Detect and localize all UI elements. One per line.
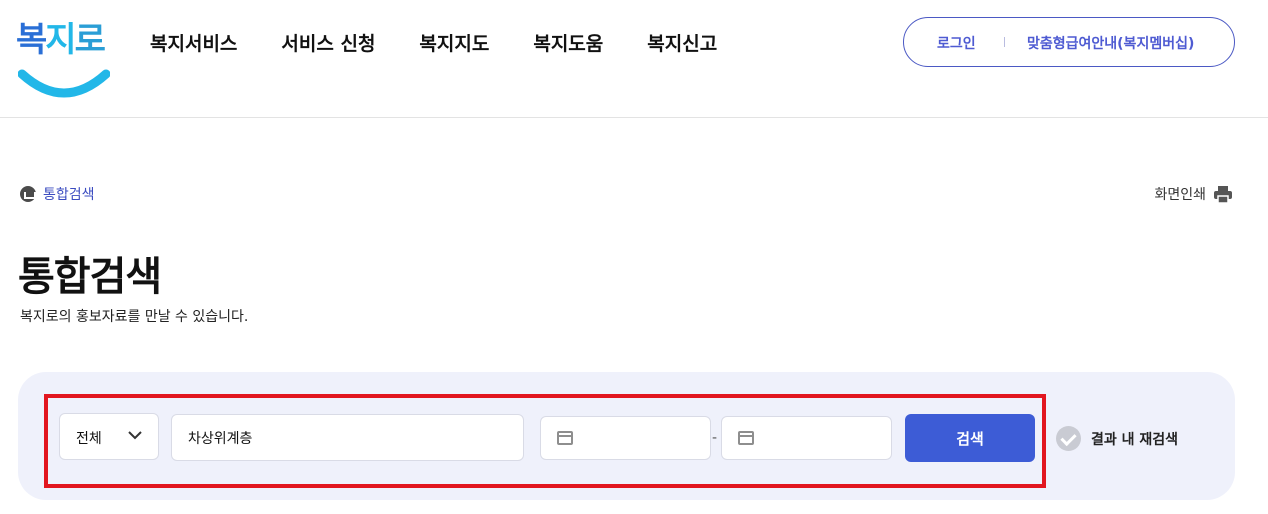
- start-date-field[interactable]: [540, 416, 711, 460]
- research-label: 결과 내 재검색: [1091, 431, 1179, 448]
- breadcrumb: 통합검색: [20, 184, 95, 204]
- calendar-icon[interactable]: [738, 431, 754, 445]
- util-divider: [1004, 37, 1005, 47]
- membership-link[interactable]: 맞춤형급여안내(복지멤버십): [1027, 33, 1194, 53]
- login-link[interactable]: 로그인: [937, 33, 976, 53]
- chevron-down-icon: [128, 431, 142, 440]
- search-button[interactable]: 검색: [905, 414, 1035, 462]
- printer-icon: [1214, 185, 1232, 203]
- page-title: 통합검색: [18, 254, 162, 300]
- nav-item-welfare-map[interactable]: 복지지도: [419, 30, 489, 58]
- nav-item-service-apply[interactable]: 서비스 신청: [281, 30, 375, 58]
- home-icon[interactable]: [20, 186, 36, 202]
- logo-text: 복지로: [16, 20, 106, 60]
- nav-item-welfare-report[interactable]: 복지신고: [647, 30, 717, 58]
- print-button[interactable]: 화면인쇄: [1154, 184, 1232, 204]
- date-separator: -: [712, 430, 718, 446]
- category-select-value: 전체: [76, 431, 102, 447]
- check-circle-icon[interactable]: [1056, 426, 1081, 451]
- search-input[interactable]: [172, 415, 523, 460]
- nav-item-welfare-help[interactable]: 복지도움: [533, 30, 603, 58]
- search-input-wrapper: [171, 414, 524, 461]
- site-header: 복지로 복지서비스 서비스 신청 복지지도 복지도움 복지신고 로그인 맞춤형급…: [0, 0, 1268, 118]
- nav-item-welfare-service[interactable]: 복지서비스: [150, 30, 237, 58]
- main-nav: 복지서비스 서비스 신청 복지지도 복지도움 복지신고: [150, 30, 717, 58]
- util-menu: 로그인 맞춤형급여안내(복지멤버십): [903, 17, 1235, 67]
- page-description: 복지로의 홍보자료를 만날 수 있습니다.: [20, 309, 249, 325]
- breadcrumb-current[interactable]: 통합검색: [43, 184, 95, 204]
- logo-smile-icon: [18, 69, 110, 98]
- print-label: 화면인쇄: [1154, 187, 1206, 203]
- site-logo[interactable]: 복지로: [16, 12, 112, 102]
- end-date-field[interactable]: [721, 416, 892, 460]
- calendar-icon[interactable]: [557, 431, 573, 445]
- research-toggle[interactable]: 결과 내 재검색: [1056, 426, 1178, 451]
- category-select[interactable]: 전체: [59, 413, 159, 460]
